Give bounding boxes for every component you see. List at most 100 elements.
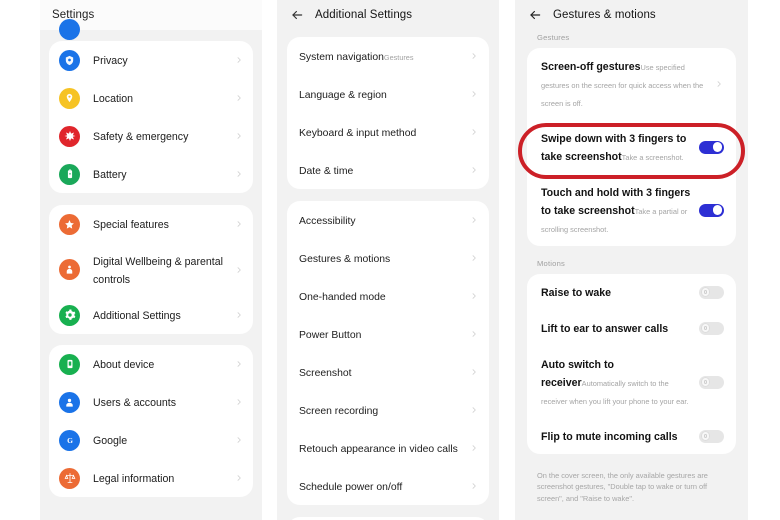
- setting-row-swipe-down-with-3-fingers-to-take-screenshot[interactable]: Swipe down with 3 fingers to take screen…: [527, 120, 736, 174]
- settings-item-subtitle: Gestures: [383, 53, 414, 62]
- setting-row-raise-to-wake[interactable]: Raise to wake: [527, 274, 736, 310]
- toggle-off[interactable]: [699, 321, 724, 335]
- settings-item-label: Users & accounts: [93, 397, 177, 409]
- settings-card: System navigationGestures Language & regi…: [287, 37, 489, 189]
- chevron-right-icon: [234, 131, 244, 141]
- chevron-right-icon: [469, 291, 479, 301]
- settings-item-label: Schedule power on/off: [299, 482, 403, 493]
- chevron-right-icon: [234, 359, 244, 369]
- gestures-card: Screen-off gesturesUse specified gesture…: [527, 48, 736, 246]
- settings-item-label: Accessibility: [299, 216, 356, 227]
- chevron-right-icon: [469, 481, 479, 491]
- setting-row-lift-to-ear-to-answer-calls[interactable]: Lift to ear to answer calls: [527, 310, 736, 346]
- chevron-right-icon: [469, 329, 479, 339]
- setting-row-screen-off-gestures[interactable]: Screen-off gesturesUse specified gesture…: [527, 48, 736, 120]
- setting-description: Take a screenshot.: [621, 153, 684, 162]
- additional-settings-panel: Additional Settings System navigationGes…: [277, 0, 499, 520]
- toggle-on[interactable]: [699, 203, 724, 217]
- special-features-star-icon: [59, 213, 80, 235]
- chevron-right-icon: [234, 473, 244, 483]
- setting-row-auto-switch-to-receiver[interactable]: Auto switch to receiverAutomatically swi…: [527, 346, 736, 418]
- sidebar-item-google[interactable]: G Google: [49, 421, 253, 459]
- settings-item-label: Additional Settings: [93, 310, 181, 322]
- settings-item-label: Date & time: [299, 166, 354, 177]
- toggle-off[interactable]: [699, 375, 724, 389]
- settings-item-keyboard-input-method[interactable]: Keyboard & input method: [287, 113, 489, 151]
- sidebar-item-digital-wellbeing-parental-controls[interactable]: Digital Wellbeing & parental controls: [49, 243, 253, 296]
- toggle-knob: [700, 431, 711, 441]
- about-device-phone-icon: [59, 353, 80, 375]
- settings-item-label: Power Button: [299, 330, 362, 341]
- settings-item-screenshot[interactable]: Screenshot: [287, 353, 489, 391]
- settings-item-language-region[interactable]: Language & region: [287, 75, 489, 113]
- toggle-on[interactable]: [699, 140, 724, 154]
- setting-row-flip-to-mute-incoming-calls[interactable]: Flip to mute incoming calls: [527, 418, 736, 454]
- sidebar-item-additional-settings[interactable]: Additional Settings: [49, 296, 253, 334]
- toggle-off[interactable]: [699, 429, 724, 443]
- sidebar-item-location[interactable]: Location: [49, 79, 253, 117]
- settings-card: About device Users & accounts G Google Legal…: [49, 345, 253, 497]
- toggle-knob: [700, 323, 711, 333]
- settings-item-one-handed-mode[interactable]: One-handed mode: [287, 277, 489, 315]
- toggle-knob: [712, 205, 723, 215]
- chevron-right-icon: [469, 89, 479, 99]
- settings-item-schedule-power-on-off[interactable]: Schedule power on/off: [287, 467, 489, 505]
- settings-item-label: Location: [93, 93, 134, 105]
- chevron-right-icon: [234, 219, 244, 229]
- toggle-off[interactable]: [699, 285, 724, 299]
- settings-card: Special features Digital Wellbeing & pare…: [49, 205, 253, 334]
- chevron-right-icon: [469, 215, 479, 225]
- additional-settings-header: Additional Settings: [277, 0, 499, 30]
- additional-settings-gear-icon: [59, 304, 80, 326]
- back-arrow-icon[interactable]: [527, 7, 543, 23]
- settings-item-screen-recording[interactable]: Screen recording: [287, 391, 489, 429]
- sidebar-item-battery[interactable]: Battery: [49, 155, 253, 193]
- battery-icon: [59, 163, 80, 185]
- settings-item-label: One-handed mode: [299, 292, 386, 303]
- setting-label: Screen-off gestures: [541, 61, 641, 73]
- sidebar-item-privacy[interactable]: Privacy: [49, 41, 253, 79]
- location-pin-icon: [59, 87, 80, 109]
- settings-item-retouch-appearance-in-video-calls[interactable]: Retouch appearance in video calls: [287, 429, 489, 467]
- settings-item-label: Safety & emergency: [93, 131, 189, 143]
- gestures-group-label: Gestures: [537, 33, 570, 42]
- chevron-right-icon: [234, 397, 244, 407]
- sidebar-item-about-device[interactable]: About device: [49, 345, 253, 383]
- settings-item-date-time[interactable]: Date & time: [287, 151, 489, 189]
- chevron-right-icon: [469, 127, 479, 137]
- gestures-footnote: On the cover screen, the only available …: [537, 471, 708, 503]
- gestures-motions-header: Gestures & motions: [515, 0, 748, 30]
- settings-panel: Settings Privacy Location Safety & emergen…: [40, 0, 262, 520]
- setting-row-touch-and-hold-with-3-fingers-to-take-screenshot[interactable]: Touch and hold with 3 fingers to take sc…: [527, 174, 736, 246]
- settings-item-power-button[interactable]: Power Button: [287, 315, 489, 353]
- digital-wellbeing-icon: [59, 259, 80, 280]
- toggle-knob: [712, 142, 723, 152]
- screenshot-root: Settings Privacy Location Safety & emergen…: [0, 0, 780, 520]
- page-title: Additional Settings: [315, 9, 413, 21]
- sidebar-item-safety-emergency[interactable]: Safety & emergency: [49, 117, 253, 155]
- back-arrow-icon[interactable]: [289, 7, 305, 23]
- settings-item-label: Privacy: [93, 55, 128, 67]
- motions-group-label: Motions: [537, 259, 565, 268]
- chevron-right-icon: [234, 435, 244, 445]
- settings-item-gestures-motions[interactable]: Gestures & motions: [287, 239, 489, 277]
- gestures-motions-panel: Gestures & motions Gestures Screen-off g…: [515, 0, 748, 520]
- settings-item-accessibility[interactable]: Accessibility: [287, 201, 489, 239]
- settings-item-system-navigation[interactable]: System navigationGestures: [287, 37, 489, 75]
- chevron-right-icon: [234, 93, 244, 103]
- settings-item-label: Digital Wellbeing & parental controls: [93, 255, 223, 286]
- settings-item-label: Special features: [93, 219, 169, 231]
- chevron-right-icon: [469, 51, 479, 61]
- chevron-right-icon: [714, 79, 724, 89]
- sidebar-item-users-accounts[interactable]: Users & accounts: [49, 383, 253, 421]
- settings-card: Accessibility Gestures & motions One-hande…: [287, 201, 489, 505]
- settings-item-label: Retouch appearance in video calls: [299, 444, 458, 455]
- chevron-right-icon: [234, 169, 244, 179]
- sidebar-item-legal-information[interactable]: Legal information: [49, 459, 253, 497]
- settings-item-label: Battery: [93, 169, 127, 181]
- svg-text:G: G: [67, 436, 73, 445]
- safety-emergency-icon: [59, 125, 80, 147]
- sidebar-item-special-features[interactable]: Special features: [49, 205, 253, 243]
- toggle-knob: [700, 377, 711, 387]
- page-title: Gestures & motions: [553, 9, 656, 21]
